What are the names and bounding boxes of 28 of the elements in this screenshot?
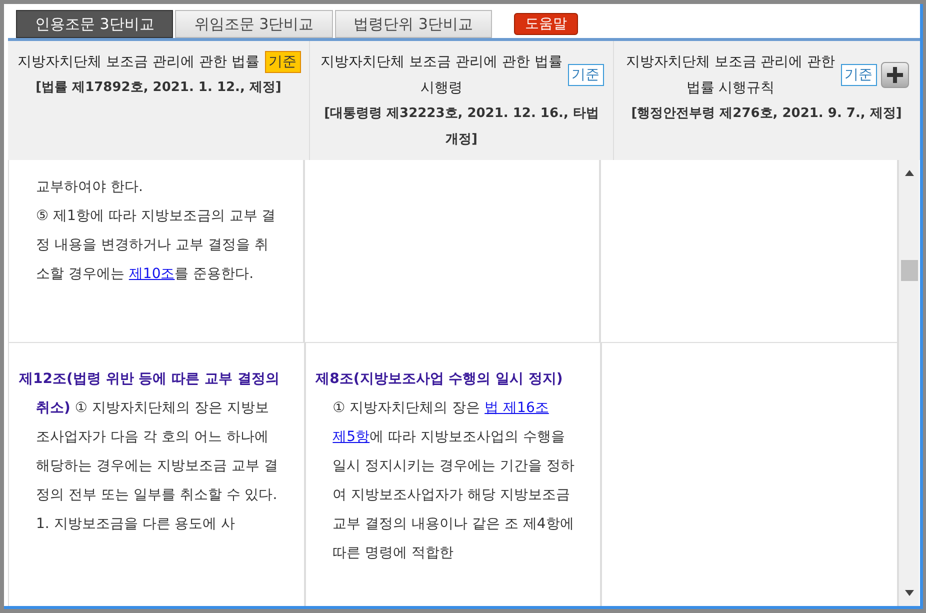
article-text: 교부하여야 한다. — [35, 178, 144, 197]
law-link[interactable]: 제10조 — [128, 266, 175, 282]
article-text: 제8조(지방보조사업 수행의 일시 정지) ① 지방자치단체의 장은 법 제16조 제5항에 따라 지방보조사업의 수행을 일시 정지시키는 경우에는 기간을 정하여 지방보조사업자가 해당 지방보조금 교부 결정의 내용이나 같은 조 제4항에 따른 명령에 적합한 — [314, 370, 576, 563]
scrollbar[interactable] — [897, 160, 919, 606]
law-info: [법률 제17892호, 2021. 1. 12., 제정] — [34, 79, 282, 97]
law-info: [행정안전부령 제276호, 2021. 9. 7., 제정] — [630, 105, 903, 123]
tab[interactable]: 인용조문 3단비교 — [16, 10, 174, 38]
tab[interactable]: 위임조문 3단비교 — [175, 10, 333, 38]
law-title: 지방자치단체 보조금 관리에 관한 법률 시행규칙 — [624, 53, 836, 98]
reference-badge: 기준 — [568, 64, 604, 86]
tab[interactable]: 법령단위 3단비교 — [334, 10, 492, 38]
reference-badge: 기준 — [264, 51, 300, 73]
law-link[interactable]: 제16조 — [503, 400, 549, 416]
law-link[interactable]: 법 — [484, 400, 504, 416]
reference-badge: 기준 — [840, 64, 876, 86]
scroll-up-icon[interactable] — [905, 170, 914, 176]
article-text: 1. 지방보조금을 다른 용도에 사 — [35, 515, 236, 534]
law-info: [대통령령 제32223호, 2021. 12. 16., 타법개정] — [323, 105, 600, 149]
plus-icon — [886, 67, 902, 83]
law-link[interactable]: 제5항 — [332, 429, 370, 445]
add-button[interactable] — [880, 62, 908, 88]
article-text: ⑤ 제1항에 따라 지방보조금의 교부 결정 내용을 변경하거나 교부 결정을 취소할 경우에는 제10조를 준용한다. — [35, 207, 277, 284]
scrollbar-thumb[interactable] — [901, 260, 918, 281]
law-title: 지방자치단체 보조금 관리에 관한 법률 — [16, 53, 260, 72]
help-button[interactable]: 도움말 — [514, 13, 578, 35]
article-text: 제12조(법령 위반 등에 따른 교부 결정의 취소) ① 지방자치단체의 장은 지방보조사업자가 다음 각 호의 어느 하나에 해당하는 경우에는 지방보조금 교부 결정의 전부 또는 일부를 취소할 수 있다. — [18, 370, 280, 505]
scroll-down-icon[interactable] — [905, 590, 914, 596]
law-title: 지방자치단체 보조금 관리에 관한 법률 시행령 — [320, 53, 564, 98]
